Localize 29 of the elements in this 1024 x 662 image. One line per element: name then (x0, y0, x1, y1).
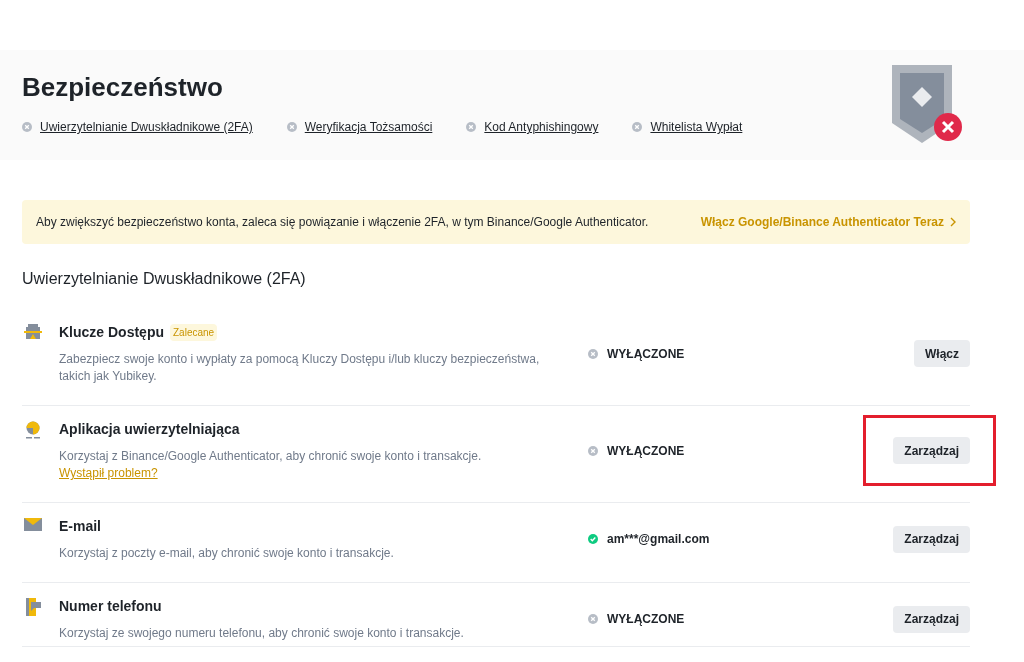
method-title: Klucze Dostępu (59, 323, 164, 342)
method-button[interactable]: Zarządzaj (893, 605, 970, 633)
method-description: Zabezpiecz swoje konto i wypłaty za pomocą Kluczy Dostępu i/lub kluczy bezpieczeństwa, takich jak Yubikey. (59, 351, 541, 385)
key-box-icon (24, 324, 42, 340)
recommended-badge: Zalecane (170, 324, 218, 341)
chevron-right-icon (950, 217, 956, 227)
header-link[interactable]: Kod Antyphishingowy (484, 118, 599, 136)
page-title: Bezpieczeństwo (22, 74, 224, 100)
method-description: Korzystaj z Binance/Google Authenticator, aby chronić swoje konto i transakcje. (59, 448, 483, 465)
method-button[interactable]: Zarządzaj (893, 525, 970, 553)
notice-text: Aby zwiększyć bezpieczeństwo konta, zaleca się powiązanie i włączenie 2FA, w tym Binance/Google Authenticator. (36, 214, 649, 231)
envelope-icon (24, 518, 42, 531)
method-description: Korzystaj ze swojego numeru telefonu, aby chronić swoje konto i transakcje. (59, 625, 465, 642)
header-link[interactable]: Weryfikacja Tożsamości (304, 118, 433, 136)
method-title: Numer telefonu (59, 597, 162, 616)
header-link[interactable]: Whitelista Wypłat (650, 118, 743, 136)
status-text: WYŁĄCZONE (607, 345, 685, 363)
section-title: Uwierzytelnianie Dwuskładnikowe (2FA) (22, 269, 307, 289)
authenticator-icon (25, 421, 41, 439)
method-title: Aplikacja uwierzytelniająca (59, 420, 240, 439)
status-text: WYŁĄCZONE (607, 611, 685, 628)
method-title: E-mail (59, 517, 101, 536)
status-text: WYŁĄCZONE (607, 442, 685, 460)
phone-icon (25, 598, 41, 616)
status-text: am***@gmail.com (607, 531, 710, 548)
method-description: Korzystaj z poczty e-mail, aby chronić swoje konto i transakcje. (59, 545, 395, 562)
method-button[interactable]: Włącz (914, 340, 970, 367)
header-link[interactable]: Uwierzytelnianie Dwuskładnikowe (2FA) (40, 118, 253, 136)
method-button[interactable]: Zarządzaj (893, 437, 970, 464)
